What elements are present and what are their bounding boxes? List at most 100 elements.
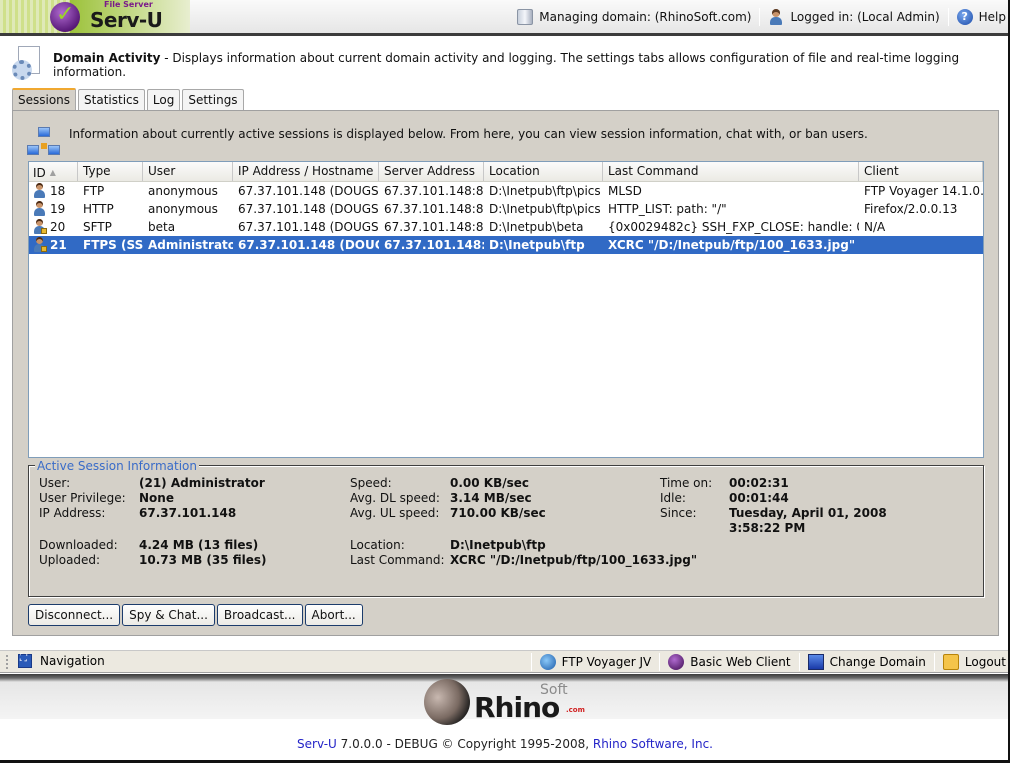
sessions-list[interactable]: ID ▲ Type User IP Address / Hostname Serv… bbox=[28, 161, 984, 458]
help-link[interactable]: Help bbox=[979, 10, 1006, 24]
spy-chat-button[interactable]: Spy & Chat... bbox=[122, 604, 215, 626]
cell-type: HTTP bbox=[83, 202, 114, 216]
value-privilege: None bbox=[139, 491, 174, 505]
company-link[interactable]: Rhino Software, Inc. bbox=[593, 737, 713, 751]
column-header-last-command[interactable]: Last Command bbox=[603, 162, 859, 181]
lock-icon bbox=[41, 228, 47, 234]
session-row[interactable]: 20 SFTP beta 67.37.101.148 (DOUGSN... 67.37.… bbox=[29, 218, 983, 236]
value-since-time: 3:58:22 PM bbox=[729, 521, 806, 535]
column-header-client[interactable]: Client bbox=[859, 162, 983, 181]
value-ip: 67.37.101.148 bbox=[139, 506, 237, 520]
value-last-command: XCRC "/D:/Inetpub/ftp/100_1633.jpg" bbox=[450, 553, 698, 567]
column-header-id[interactable]: ID ▲ bbox=[29, 162, 78, 181]
cell-client: N/A bbox=[864, 220, 886, 234]
label-user: User: bbox=[39, 476, 71, 490]
serv-u-link[interactable]: Serv-U bbox=[297, 737, 337, 751]
value-time-on: 00:02:31 bbox=[729, 476, 789, 490]
computer-icon bbox=[38, 127, 50, 137]
page-description-text: - Displays information about current dom… bbox=[53, 51, 960, 79]
globe-icon bbox=[539, 654, 556, 670]
label-avg-dl: Avg. DL speed: bbox=[350, 491, 440, 505]
cell-user: anonymous bbox=[148, 184, 218, 198]
lock-icon bbox=[41, 246, 47, 252]
column-header-user[interactable]: User bbox=[143, 162, 233, 181]
cell-server-address: 67.37.101.148:8080 bbox=[384, 202, 484, 216]
tab-log[interactable]: Log bbox=[146, 89, 181, 110]
network-icon bbox=[27, 125, 61, 159]
session-row[interactable]: 21 FTPS (SSL) Administrator 67.37.101.148 (… bbox=[29, 236, 983, 254]
column-header-server-address[interactable]: Server Address bbox=[379, 162, 484, 181]
cell-last-command: MLSD bbox=[608, 184, 642, 198]
list-header: ID ▲ Type User IP Address / Hostname Serv… bbox=[29, 162, 983, 182]
toolbar-grip-handle[interactable] bbox=[6, 655, 8, 669]
rhinosoft-logo-icon bbox=[424, 679, 470, 725]
session-id: 19 bbox=[50, 202, 66, 216]
label-downloaded: Downloaded: bbox=[39, 538, 118, 552]
cell-id: 21 bbox=[29, 237, 78, 253]
tab-bar: Sessions Statistics Log Settings bbox=[12, 88, 244, 110]
navigation-label: Navigation bbox=[40, 654, 105, 668]
key-icon bbox=[942, 654, 959, 670]
value-uploaded: 10.73 MB (35 files) bbox=[139, 553, 267, 567]
cell-user: Administrator bbox=[148, 238, 233, 252]
sort-ascending-icon: ▲ bbox=[49, 168, 56, 177]
computer-icon bbox=[48, 145, 60, 155]
copyright: Serv-U 7.0.0.0 - DEBUG © Copyright 1995-… bbox=[0, 737, 1010, 751]
navigation-icon bbox=[18, 653, 32, 668]
cell-type: SFTP bbox=[83, 220, 112, 234]
disconnect-button[interactable]: Disconnect... bbox=[28, 604, 121, 626]
divider bbox=[759, 8, 761, 26]
hub-icon bbox=[41, 143, 47, 149]
label-last-command: Last Command: bbox=[350, 553, 445, 567]
logout-link[interactable]: Logout bbox=[965, 655, 1006, 669]
cell-location: D:\Inetpub\ftp bbox=[489, 238, 585, 252]
session-row[interactable]: 19 HTTP anonymous 67.37.101.148 (DOUGSN... 6… bbox=[29, 200, 983, 218]
cell-ip: 67.37.101.148 (DOUGSN... bbox=[238, 202, 379, 216]
cell-user: anonymous bbox=[148, 202, 218, 216]
page-description: Domain Activity - Displays information a… bbox=[53, 51, 1010, 79]
cell-id: 20 bbox=[29, 219, 78, 235]
column-header-location[interactable]: Location bbox=[484, 162, 603, 181]
label-uploaded: Uploaded: bbox=[39, 553, 101, 567]
gear-icon bbox=[12, 60, 32, 80]
broadcast-button[interactable]: Broadcast... bbox=[216, 604, 303, 626]
cell-location: D:\Inetpub\ftp\pics bbox=[489, 184, 601, 198]
divider bbox=[798, 653, 800, 671]
session-row[interactable]: 18 FTP anonymous 67.37.101.148 (DOUGSN... 67… bbox=[29, 182, 983, 200]
change-domain-icon bbox=[807, 654, 824, 670]
cell-user: beta bbox=[148, 220, 176, 234]
change-domain-link[interactable]: Change Domain bbox=[830, 655, 926, 669]
logo-text: Serv-U bbox=[90, 8, 163, 32]
secure-user-icon bbox=[33, 237, 47, 253]
tab-settings[interactable]: Settings bbox=[182, 89, 244, 110]
label-location: Location: bbox=[350, 538, 405, 552]
value-location: D:\Inetpub\ftp bbox=[450, 538, 546, 552]
tab-sessions[interactable]: Sessions bbox=[12, 88, 77, 110]
basic-web-client-link[interactable]: Basic Web Client bbox=[690, 655, 790, 669]
session-id: 20 bbox=[50, 220, 66, 234]
cell-type: FTPS (SSL) bbox=[83, 238, 143, 252]
label-avg-ul: Avg. UL speed: bbox=[350, 506, 440, 520]
list-body: 18 FTP anonymous 67.37.101.148 (DOUGSN... 67… bbox=[29, 182, 983, 254]
value-avg-dl: 3.14 MB/sec bbox=[450, 491, 532, 505]
user-icon bbox=[768, 9, 784, 25]
column-header-type[interactable]: Type bbox=[78, 162, 143, 181]
cell-location: D:\Inetpub\ftp\pics bbox=[489, 202, 601, 216]
sessions-panel: Information about currently active sessi… bbox=[12, 110, 999, 636]
logged-in-link[interactable]: Logged in: (Local Admin) bbox=[790, 10, 939, 24]
navigation-toggle[interactable]: Navigation bbox=[18, 653, 105, 668]
tab-statistics[interactable]: Statistics bbox=[78, 89, 145, 110]
computer-icon bbox=[27, 145, 39, 155]
navbar-links: FTP Voyager JV Basic Web Client Change D… bbox=[529, 653, 1006, 671]
cell-id: 18 bbox=[29, 183, 78, 199]
help-icon[interactable]: ? bbox=[956, 9, 973, 25]
abort-button[interactable]: Abort... bbox=[304, 604, 363, 626]
managing-domain-link[interactable]: Managing domain: (RhinoSoft.com) bbox=[539, 10, 751, 24]
cell-type: FTP bbox=[83, 184, 105, 198]
label-since: Since: bbox=[660, 506, 697, 520]
active-session-legend: Active Session Information bbox=[35, 459, 199, 473]
label-speed: Speed: bbox=[350, 476, 392, 490]
column-header-ip[interactable]: IP Address / Hostname bbox=[233, 162, 379, 181]
top-header: ✓ File Server Serv-U Managing domain: (R… bbox=[0, 0, 1010, 36]
ftp-voyager-link[interactable]: FTP Voyager JV bbox=[562, 655, 652, 669]
